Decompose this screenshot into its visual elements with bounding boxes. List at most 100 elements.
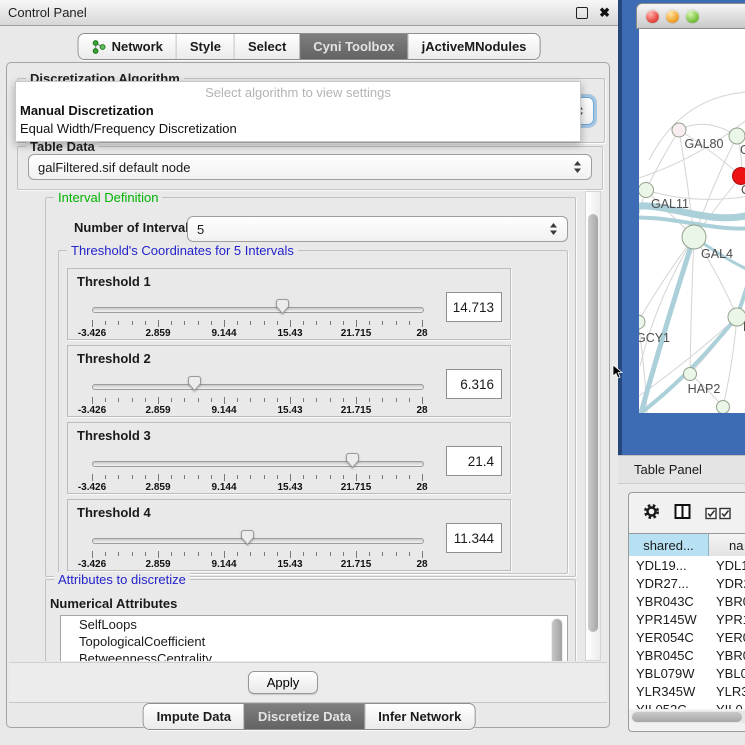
attribute-item-betweennesscentrality[interactable]: BetweennessCentrality (61, 650, 567, 661)
tab-impute-data[interactable]: Impute Data (144, 704, 244, 729)
network-window[interactable]: GAL80GACGAL11GAL4GCY1HHAP2 (636, 3, 745, 420)
network-edge[interactable] (639, 190, 646, 322)
attribute-item-selfloops[interactable]: SelfLoops (61, 616, 567, 633)
table-data-combo[interactable]: galFiltered.sif default node (28, 154, 592, 180)
slider-track[interactable] (92, 307, 424, 313)
window-title: Control Panel (8, 5, 87, 20)
tick-label: 15.43 (268, 405, 312, 416)
attribute-item-topologicalcoefficient[interactable]: TopologicalCoefficient (61, 633, 567, 650)
tick-label: 15.43 (268, 482, 312, 493)
network-canvas[interactable]: GAL80GACGAL11GAL4GCY1HHAP2 (639, 29, 745, 413)
tick-label: 28 (400, 328, 444, 339)
apply-button[interactable]: Apply (248, 671, 319, 694)
slider-thumb[interactable] (187, 375, 202, 392)
tick-label: 2.859 (136, 559, 180, 570)
slider-thumb[interactable] (345, 452, 360, 469)
network-edge[interactable] (679, 124, 737, 136)
gal4-node[interactable] (682, 225, 706, 249)
thresholds-group: Threshold's Coordinates for 5 Intervals … (58, 250, 568, 574)
zoom-traffic-light-icon[interactable] (686, 10, 699, 23)
network-edge[interactable] (639, 237, 694, 322)
slider-track[interactable] (92, 538, 424, 544)
control-panel-window: Control Panel ✖ NetworkStyleSelectCyni T… (0, 0, 618, 745)
table-hscrollbar-thumb[interactable] (632, 712, 742, 722)
threshold-value-field[interactable]: 21.4 (446, 446, 502, 476)
attributes-group-title: Attributes to discretize (54, 572, 190, 587)
interval-definition-group: Interval Definition Number of Intervals … (45, 197, 576, 577)
tick-label: 21.715 (334, 328, 378, 339)
node-label-gcy1: GCY1 (639, 331, 670, 345)
tab-infer-network[interactable]: Infer Network (364, 704, 474, 729)
numerical-attributes-list[interactable]: SelfLoopsTopologicalCoefficientBetweenne… (60, 615, 568, 661)
node-label-ga: GA (740, 143, 745, 157)
thresholds-group-title: Threshold's Coordinates for 5 Intervals (67, 243, 298, 258)
table-row[interactable]: YER054CYER0 (629, 628, 745, 646)
tick-label: -3.426 (70, 328, 114, 339)
gear-icon[interactable] (643, 503, 660, 523)
settings-scrollbar[interactable] (585, 191, 601, 661)
close-icon[interactable]: ✖ (599, 8, 610, 18)
table-row[interactable]: YDL19...YDL1 (629, 556, 745, 574)
dropdown-option-manual-discretization[interactable]: Manual Discretization (16, 102, 580, 120)
threshold-label: Threshold 1 (77, 274, 151, 289)
table-row[interactable]: YBR043CYBR0 (629, 592, 745, 610)
tab-cyni-toolbox[interactable]: Cyni Toolbox (299, 34, 407, 59)
threshold-value-field[interactable]: 6.316 (446, 369, 502, 399)
slider-track[interactable] (92, 384, 424, 390)
tab-jactivemnodules[interactable]: jActiveMNodules (408, 34, 540, 59)
columns-icon[interactable] (674, 503, 691, 523)
table-row[interactable]: YBR045CYBR0 (629, 646, 745, 664)
slider-track[interactable] (92, 461, 424, 467)
tick-label: 21.715 (334, 405, 378, 416)
node-label-hap2: HAP2 (688, 382, 721, 396)
table-data-combo-value: galFiltered.sif default node (38, 160, 573, 175)
threshold-value-field[interactable]: 14.713 (446, 292, 502, 322)
gcy1-node[interactable] (639, 315, 645, 329)
tab-select[interactable]: Select (234, 34, 299, 59)
number-of-intervals-value: 5 (197, 222, 549, 237)
table-row[interactable]: YDR27...YDR2 (629, 574, 745, 592)
bottom-node[interactable] (717, 401, 730, 414)
gal80-node[interactable] (672, 123, 686, 137)
tab-style[interactable]: Style (176, 34, 234, 59)
settings-scrollbar-thumb[interactable] (588, 214, 598, 632)
numerical-attributes-label: Numerical Attributes (50, 596, 177, 611)
tick-label: 9.144 (202, 559, 246, 570)
float-window-icon[interactable] (576, 7, 588, 19)
table-row[interactable]: YIL052CYIL0 (629, 700, 745, 709)
table-row[interactable]: YLR345WYLR3 (629, 682, 745, 700)
column-header-name[interactable]: na (709, 534, 745, 557)
number-of-intervals-label: Number of Intervals (74, 220, 196, 235)
network-window-titlebar (636, 3, 745, 29)
tick-label: 21.715 (334, 559, 378, 570)
table-row[interactable]: YBL079WYBL0 (629, 664, 745, 682)
list-scrollbar[interactable] (551, 618, 563, 661)
list-scrollbar-thumb[interactable] (552, 619, 562, 661)
red-node[interactable] (733, 168, 745, 185)
number-of-intervals-combo[interactable]: 5 (187, 216, 568, 242)
tick-label: 9.144 (202, 405, 246, 416)
column-header-shared-name[interactable]: shared... (629, 534, 709, 557)
close-traffic-light-icon[interactable] (646, 10, 659, 23)
slider-thumb[interactable] (275, 298, 290, 315)
network-edge[interactable] (690, 237, 694, 374)
network-edge[interactable] (641, 237, 694, 413)
slider-thumb[interactable] (240, 529, 255, 546)
dropdown-option-equal-width-frequency-discretization[interactable]: Equal Width/Frequency Discretization (16, 120, 580, 138)
cyni-bottom-tabs: Impute DataDiscretize DataInfer Network (143, 703, 476, 730)
table-rows: YDL19...YDL1YDR27...YDR2YBR043CYBR0YPR14… (629, 556, 745, 709)
table-hscrollbar[interactable] (631, 711, 745, 723)
tick-label: 15.43 (268, 559, 312, 570)
attributes-group: Attributes to discretize Numerical Attri… (45, 579, 576, 661)
gal11-node[interactable] (639, 183, 654, 198)
tab-network[interactable]: Network (79, 34, 176, 59)
hap2-node[interactable] (684, 368, 697, 381)
tab-discretize-data[interactable]: Discretize Data (244, 704, 364, 729)
table-row[interactable]: YPR145WYPR1 (629, 610, 745, 628)
mouse-cursor-icon (612, 364, 624, 380)
top-right-node[interactable] (729, 128, 745, 144)
threshold-value-field[interactable]: 11.344 (446, 523, 502, 553)
minimize-traffic-light-icon[interactable] (666, 10, 679, 23)
select-columns-checkboxes[interactable] (705, 506, 732, 520)
network-desktop: GAL80GACGAL11GAL4GCY1HHAP2 (618, 0, 745, 455)
